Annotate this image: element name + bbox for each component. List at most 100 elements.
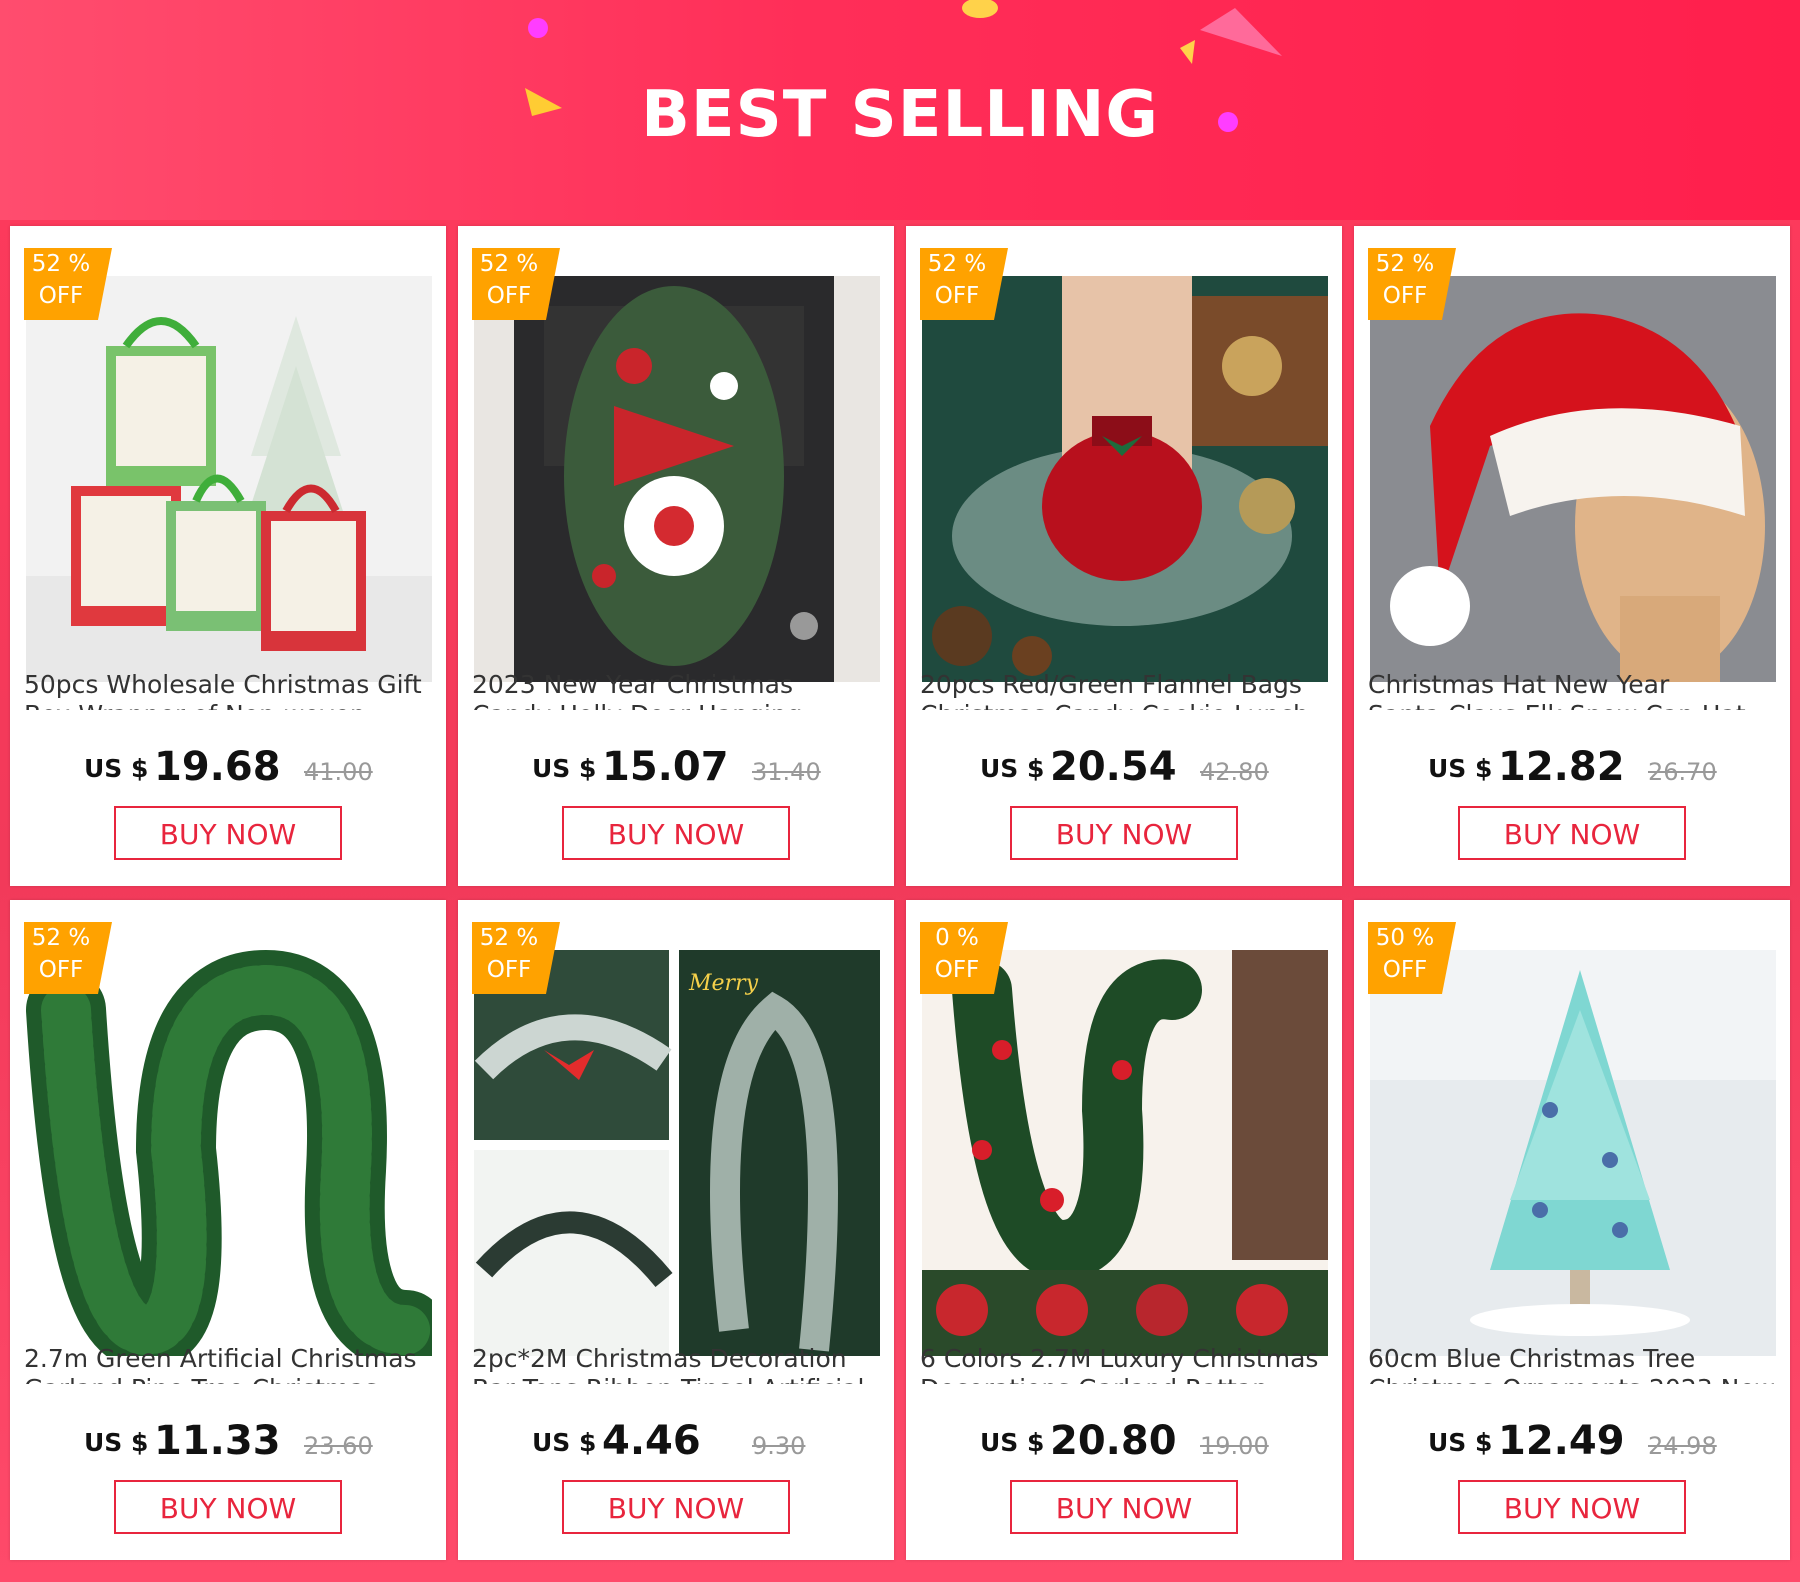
- product-card[interactable]: 52 % OFF Christmas Hat New Year Navidad …: [1354, 226, 1790, 886]
- discount-off-label: OFF: [38, 283, 84, 309]
- price-row: US $ 11.33 23.60: [10, 1418, 446, 1464]
- product-card[interactable]: 52 % OFF 2.7m Green Artificial Christmas…: [10, 900, 446, 1560]
- discount-badge: 0 % OFF: [920, 922, 1008, 994]
- sale-price: 4.46: [602, 1418, 701, 1464]
- product-title-line-2: Decorations Garland Rattan: [920, 1374, 1332, 1384]
- product-grid: 52 % OFF 50pcs Wholesale Christmas Gift …: [10, 226, 1792, 1566]
- sale-price: 19.68: [154, 744, 281, 790]
- christmas-wreath-image: [474, 276, 880, 682]
- original-price: 26.70: [1648, 758, 1717, 786]
- product-title-line-1: 2pc*2M Christmas Decoration: [472, 1344, 847, 1373]
- flannel-bag-image: [922, 276, 1328, 682]
- product-card[interactable]: 50 % OFF 60cm Blue Christmas Tree Christ…: [1354, 900, 1790, 1560]
- discount-percent: 52 %: [31, 251, 91, 277]
- product-title-line-2: Christmas Candy Cookie Lunch: [920, 700, 1332, 710]
- product-card[interactable]: 52 % OFF Merry 2pc*2M Christmas Decorati…: [458, 900, 894, 1560]
- discount-percent: 52 %: [479, 251, 539, 277]
- discount-badge: 52 % OFF: [24, 248, 112, 320]
- product-title[interactable]: 6 Colors 2.7M Luxury Christmas Decoratio…: [920, 1344, 1332, 1400]
- buy-now-button[interactable]: BUY NOW: [114, 806, 342, 860]
- discount-badge: 52 % OFF: [920, 248, 1008, 320]
- original-price: 23.60: [304, 1432, 373, 1460]
- discount-off-label: OFF: [486, 957, 532, 983]
- currency-label: US $: [980, 754, 1045, 783]
- product-image[interactable]: [1370, 950, 1776, 1356]
- product-title-line-2: Box Wrapper of Non-woven: [24, 700, 436, 710]
- currency-label: US $: [1428, 754, 1493, 783]
- sale-price: 15.07: [602, 744, 729, 790]
- discount-badge: 50 % OFF: [1368, 922, 1456, 994]
- product-title[interactable]: 60cm Blue Christmas Tree Christmas Ornam…: [1368, 1344, 1780, 1400]
- page-title: BEST SELLING: [641, 78, 1159, 152]
- product-image[interactable]: [922, 276, 1328, 682]
- buy-now-button[interactable]: BUY NOW: [562, 806, 790, 860]
- product-image[interactable]: [1370, 276, 1776, 682]
- buy-now-button[interactable]: BUY NOW: [1458, 1480, 1686, 1534]
- product-title[interactable]: 2.7m Green Artificial Christmas Garland …: [24, 1344, 436, 1400]
- product-title-line-1: 60cm Blue Christmas Tree: [1368, 1344, 1696, 1373]
- product-title-line-1: 2.7m Green Artificial Christmas: [24, 1344, 417, 1373]
- product-title-line-2: Christmas Ornaments 2023 New: [1368, 1374, 1780, 1384]
- price-row: US $ 12.82 26.70: [1354, 744, 1790, 790]
- discount-percent: 52 %: [927, 251, 987, 277]
- discount-off-label: OFF: [1382, 957, 1428, 983]
- product-title-line-2: Bar Tops Ribbon Tinsel Artificial: [472, 1374, 884, 1384]
- green-garland-image: [26, 950, 432, 1356]
- buy-now-button[interactable]: BUY NOW: [562, 1480, 790, 1534]
- sale-price: 11.33: [154, 1418, 281, 1464]
- buy-now-button[interactable]: BUY NOW: [1458, 806, 1686, 860]
- product-image[interactable]: Merry: [474, 950, 880, 1356]
- buy-now-button[interactable]: BUY NOW: [1010, 806, 1238, 860]
- confetti-triangle-1: [1200, 8, 1282, 56]
- product-title[interactable]: 50pcs Wholesale Christmas Gift Box Wrapp…: [24, 670, 436, 726]
- confetti-triangle-3: [1180, 40, 1195, 64]
- product-card[interactable]: 52 % OFF 2023 New Year Christmas Wreath …: [458, 226, 894, 886]
- sale-price: 20.80: [1050, 1418, 1177, 1464]
- product-title-line-1: 2023 New Year Christmas Wreath: [472, 670, 793, 699]
- currency-label: US $: [532, 1428, 597, 1457]
- product-title[interactable]: 2023 New Year Christmas Wreath Candy Hol…: [472, 670, 884, 726]
- original-price: 9.30: [752, 1432, 806, 1460]
- price-row: US $ 19.68 41.00: [10, 744, 446, 790]
- original-price: 42.80: [1200, 758, 1269, 786]
- original-price: 31.40: [752, 758, 821, 786]
- product-image[interactable]: [474, 276, 880, 682]
- sale-price: 12.82: [1498, 744, 1625, 790]
- confetti-circle-3: [962, 0, 998, 18]
- original-price: 24.98: [1648, 1432, 1717, 1460]
- product-card[interactable]: 52 % OFF 50pcs Wholesale Christmas Gift …: [10, 226, 446, 886]
- currency-label: US $: [84, 754, 149, 783]
- product-title-line-2: Santa Claus Elk Snow Cap Hat: [1368, 700, 1780, 710]
- product-title[interactable]: Christmas Hat New Year Navidad Santa Cla…: [1368, 670, 1780, 726]
- product-image[interactable]: [26, 950, 432, 1356]
- product-title-line-1: 20pcs Red/Green Flannel Bags: [920, 670, 1302, 699]
- currency-label: US $: [980, 1428, 1045, 1457]
- price-row: US $ 4.46 9.30: [458, 1418, 894, 1464]
- christmas-gift-bags-image: [26, 276, 432, 682]
- price-row: US $ 15.07 31.40: [458, 744, 894, 790]
- buy-now-button[interactable]: BUY NOW: [114, 1480, 342, 1534]
- product-title-line-1: 6 Colors 2.7M Luxury Christmas: [920, 1344, 1319, 1373]
- price-row: US $ 12.49 24.98: [1354, 1418, 1790, 1464]
- discount-percent: 52 %: [1375, 251, 1435, 277]
- product-card[interactable]: 52 % OFF 20pcs Red/Green Flannel Bags Ch…: [906, 226, 1342, 886]
- product-title[interactable]: 2pc*2M Christmas Decoration Bar Tops Rib…: [472, 1344, 884, 1400]
- buy-now-button[interactable]: BUY NOW: [1010, 1480, 1238, 1534]
- blue-christmas-tree-image: [1370, 950, 1776, 1356]
- product-card[interactable]: 0 % OFF 6 Colors 2.7M Luxury Christmas D…: [906, 900, 1342, 1560]
- luxury-garland-image: [922, 950, 1328, 1356]
- tinsel-ribbon-image: Merry: [474, 950, 880, 1356]
- product-title-line-2: Garland Pine Tree Christmas: [24, 1374, 436, 1384]
- product-title[interactable]: 20pcs Red/Green Flannel Bags Christmas C…: [920, 670, 1332, 726]
- discount-badge: 52 % OFF: [24, 922, 112, 994]
- currency-label: US $: [84, 1428, 149, 1457]
- product-title-line-1: Christmas Hat New Year Navidad: [1368, 670, 1670, 699]
- discount-badge: 52 % OFF: [1368, 248, 1456, 320]
- currency-label: US $: [1428, 1428, 1493, 1457]
- original-price: 19.00: [1200, 1432, 1269, 1460]
- original-price: 41.00: [304, 758, 373, 786]
- product-image[interactable]: [26, 276, 432, 682]
- product-image[interactable]: [922, 950, 1328, 1356]
- price-row: US $ 20.54 42.80: [906, 744, 1342, 790]
- discount-off-label: OFF: [38, 957, 84, 983]
